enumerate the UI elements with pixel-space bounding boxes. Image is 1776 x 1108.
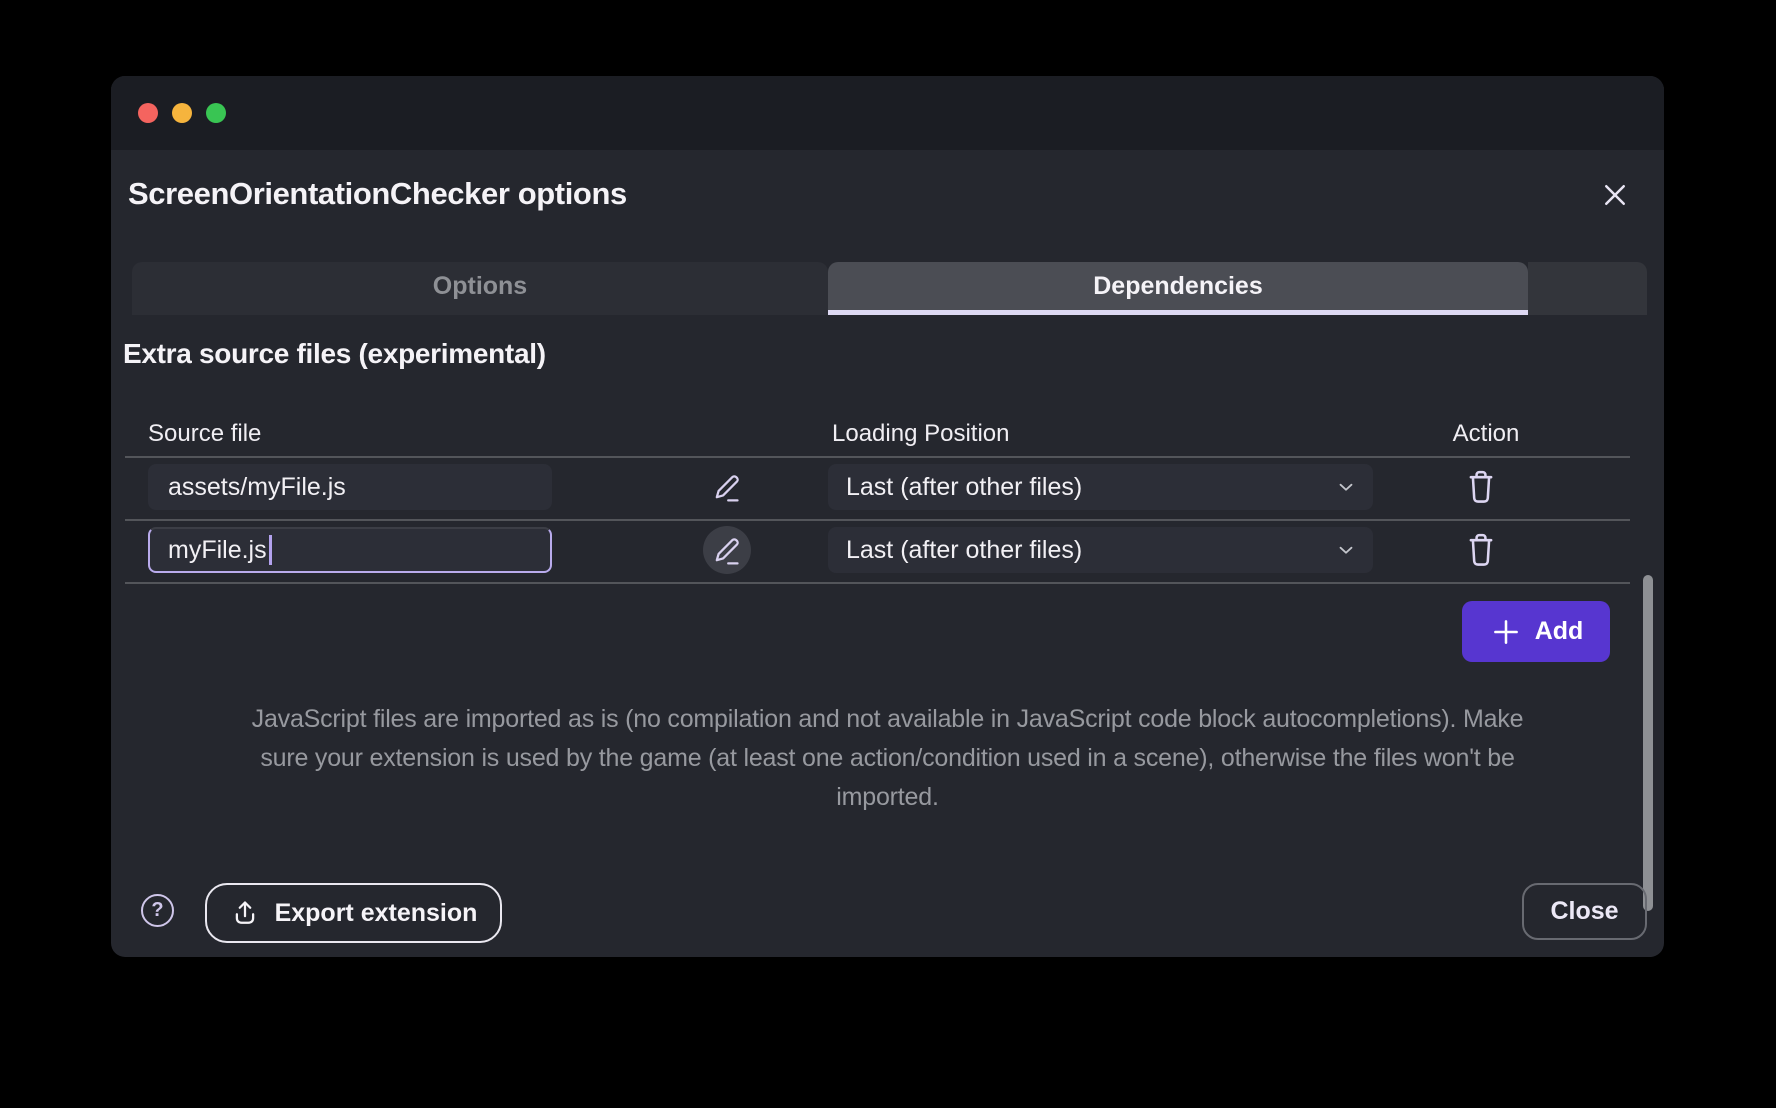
add-button-label: Add xyxy=(1535,617,1584,646)
help-button[interactable]: ? xyxy=(141,894,174,927)
text-cursor xyxy=(269,535,272,565)
import-note-line: imported. xyxy=(128,778,1647,817)
column-header-source-file: Source file xyxy=(148,420,261,448)
add-source-file-button[interactable]: Add xyxy=(1462,601,1610,662)
close-dialog-button[interactable]: Close xyxy=(1522,883,1647,940)
dialog-title: ScreenOrientationChecker options xyxy=(128,176,627,212)
window-minimize-traffic-light[interactable] xyxy=(172,103,192,123)
import-note-line: JavaScript files are imported as is (no … xyxy=(128,700,1647,739)
trash-icon xyxy=(1462,529,1500,571)
chevron-down-icon xyxy=(1335,476,1357,498)
loading-position-select[interactable]: Last (after other files) xyxy=(828,527,1373,573)
source-file-input[interactable]: assets/myFile.js xyxy=(148,464,552,510)
delete-row-button[interactable] xyxy=(1461,527,1501,573)
source-file-value: myFile.js xyxy=(168,536,267,565)
table-divider xyxy=(125,456,1630,458)
table-divider xyxy=(125,582,1630,584)
window-maximize-traffic-light[interactable] xyxy=(206,103,226,123)
import-note: JavaScript files are imported as is (no … xyxy=(128,700,1647,817)
import-note-line: sure your extension is used by the game … xyxy=(128,739,1647,778)
close-button-label: Close xyxy=(1550,897,1618,926)
trash-icon xyxy=(1462,466,1500,508)
tab-options[interactable]: Options xyxy=(132,262,828,315)
loading-position-select[interactable]: Last (after other files) xyxy=(828,464,1373,510)
dialog-tabbar: Options Dependencies xyxy=(132,262,1647,315)
upload-icon xyxy=(230,898,260,928)
pen-icon xyxy=(709,532,745,568)
x-icon xyxy=(1600,180,1630,210)
loading-position-value: Last (after other files) xyxy=(846,536,1082,565)
table-divider xyxy=(125,519,1630,521)
tab-dependencies[interactable]: Dependencies xyxy=(828,262,1528,315)
window-titlebar xyxy=(111,76,1664,150)
dialog-close-button[interactable] xyxy=(1593,173,1637,217)
export-button-label: Export extension xyxy=(275,899,478,928)
column-header-action: Action xyxy=(1401,420,1571,448)
source-file-input[interactable]: myFile.js xyxy=(148,527,552,573)
delete-row-button[interactable] xyxy=(1461,464,1501,510)
column-header-loading-position: Loading Position xyxy=(832,420,1009,448)
plus-icon xyxy=(1489,615,1523,649)
chevron-down-icon xyxy=(1335,539,1357,561)
loading-position-value: Last (after other files) xyxy=(846,473,1082,502)
desktop-background: { "titlebar": { "traffic_lights": ["clos… xyxy=(0,0,1776,1108)
window-close-traffic-light[interactable] xyxy=(138,103,158,123)
edit-file-button[interactable] xyxy=(703,463,751,511)
extension-options-dialog: ScreenOrientationChecker options Options… xyxy=(111,76,1664,957)
source-file-value: assets/myFile.js xyxy=(168,473,346,502)
section-heading: Extra source files (experimental) xyxy=(123,338,546,370)
edit-file-button[interactable] xyxy=(703,526,751,574)
export-extension-button[interactable]: Export extension xyxy=(205,883,502,943)
pen-icon xyxy=(709,469,745,505)
question-mark-icon: ? xyxy=(151,899,163,922)
tabbar-filler xyxy=(1528,262,1647,315)
